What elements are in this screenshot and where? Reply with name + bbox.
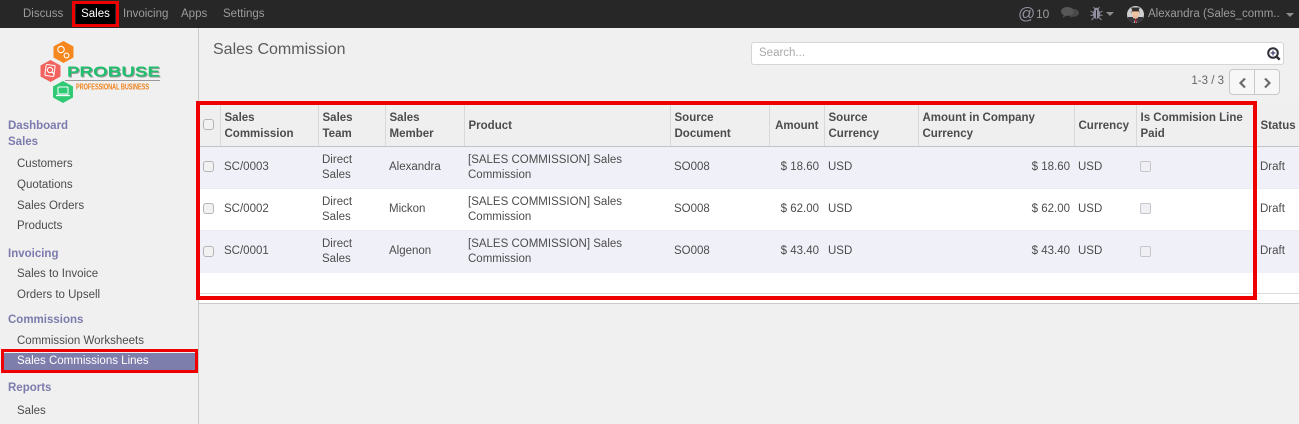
svg-text:PROBUSE: PROBUSE — [67, 64, 160, 81]
svg-text:PROFESSIONAL BUSINESS: PROFESSIONAL BUSINESS — [76, 82, 149, 91]
